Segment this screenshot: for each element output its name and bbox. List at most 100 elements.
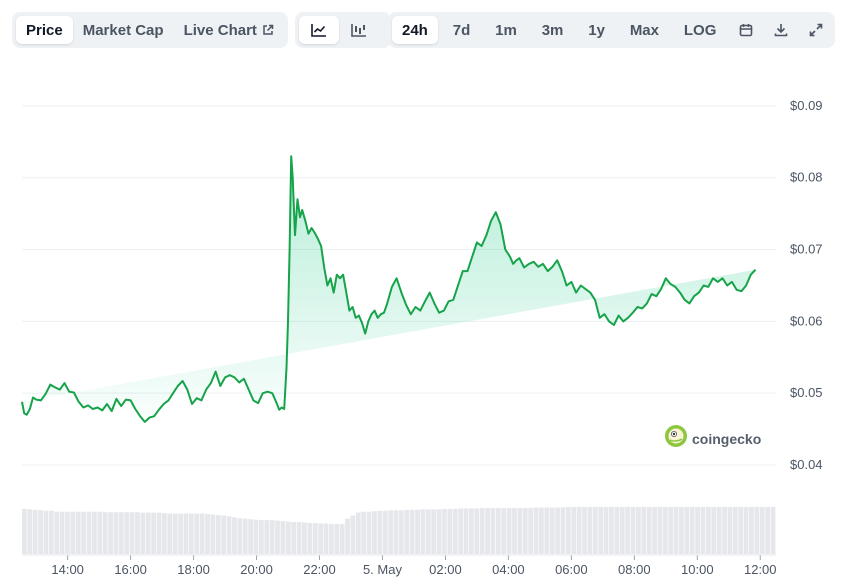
volume-bar xyxy=(598,507,604,554)
volume-bar xyxy=(522,507,528,554)
volume-bar xyxy=(420,509,426,554)
volume-bar xyxy=(345,518,350,554)
volume-bar xyxy=(630,507,636,554)
volume-bar xyxy=(716,507,722,554)
volume-bar xyxy=(463,508,469,554)
volume-bar xyxy=(108,512,113,554)
volume-bar xyxy=(582,507,587,554)
volume-bar xyxy=(86,511,92,554)
volume-bar xyxy=(549,507,555,554)
x-tick-label: 04:00 xyxy=(492,562,525,577)
volume-bar xyxy=(334,523,340,554)
volume-bar xyxy=(646,507,652,554)
volume-bar xyxy=(495,507,501,554)
volume-bar xyxy=(355,512,361,554)
volume-bar xyxy=(399,510,404,554)
volume-bar xyxy=(291,522,297,554)
volume-bar xyxy=(619,507,625,554)
volume-bar xyxy=(102,512,108,554)
volume-bar xyxy=(770,507,776,554)
x-tick-label: 08:00 xyxy=(618,562,651,577)
volume-bar xyxy=(490,507,496,554)
x-tick-label: 16:00 xyxy=(114,562,147,577)
volume-bar xyxy=(38,510,43,554)
x-tick-label: 12:00 xyxy=(744,562,777,577)
volume-bar xyxy=(312,522,318,554)
volume-bar xyxy=(151,512,157,554)
volume-bar xyxy=(285,521,291,554)
volume-bar xyxy=(302,522,307,554)
volume-bar xyxy=(22,508,27,554)
volume-bar xyxy=(668,507,674,554)
volume-bar xyxy=(743,507,749,554)
volume-bar xyxy=(237,518,243,554)
volume-bar xyxy=(539,507,544,554)
volume-bar xyxy=(323,523,329,554)
volume-bar xyxy=(754,507,760,554)
volume-bar xyxy=(113,512,119,554)
volume-bar xyxy=(97,511,103,554)
volume-bar xyxy=(501,507,507,554)
x-tick-label: 20:00 xyxy=(240,562,273,577)
volume-bar xyxy=(162,513,167,554)
y-tick-label: $0.05 xyxy=(790,385,823,400)
volume-bar xyxy=(415,509,420,554)
volume-bar xyxy=(140,512,146,554)
volume-bar xyxy=(512,507,517,554)
volume-bar xyxy=(469,508,474,554)
price-chart[interactable]: $0.09 $0.08 $0.07 $0.06 $0.05 $0.04 14:00 16:00… xyxy=(0,0,856,587)
volume-bar xyxy=(59,511,65,554)
volume-bar xyxy=(404,509,410,554)
volume-bar xyxy=(738,507,744,554)
volume-bar xyxy=(727,507,733,554)
volume-bar xyxy=(361,511,367,554)
watermark-text: coingecko xyxy=(692,430,762,447)
volume-bar xyxy=(296,522,302,554)
y-tick-label: $0.08 xyxy=(790,170,823,185)
volume-bar xyxy=(479,507,485,554)
volume-bar xyxy=(269,520,275,554)
volume-bar xyxy=(485,507,490,554)
volume-bar xyxy=(215,514,221,554)
volume-bar xyxy=(129,512,135,554)
volume-bar xyxy=(65,511,70,554)
volume-bar xyxy=(442,508,447,554)
volume-bar xyxy=(679,507,684,554)
volume-bar xyxy=(544,507,550,554)
volume-bar xyxy=(447,508,453,554)
volume-bar xyxy=(339,523,345,554)
volume-bar xyxy=(388,510,394,554)
volume-bar xyxy=(92,511,97,554)
volume-bar xyxy=(555,507,560,554)
y-tick-label: $0.06 xyxy=(790,313,823,328)
volume-bar xyxy=(425,509,431,554)
volume-bar xyxy=(205,514,210,554)
x-tick-label: 18:00 xyxy=(177,562,210,577)
volume-bar xyxy=(587,507,593,554)
volume-bar xyxy=(393,510,399,554)
volume-bar xyxy=(458,508,464,554)
volume-bar xyxy=(436,509,442,554)
volume-bar xyxy=(118,512,124,554)
volume-bar xyxy=(517,507,523,554)
volume-bar xyxy=(32,509,38,554)
volume-bar xyxy=(749,507,754,554)
volume-bar xyxy=(711,507,717,554)
x-tick-label: 02:00 xyxy=(429,562,462,577)
volume-bar xyxy=(350,515,356,554)
volume-bar xyxy=(603,507,609,554)
coingecko-watermark: coingecko xyxy=(664,424,761,453)
volume-bar xyxy=(54,511,60,554)
volume-bar xyxy=(135,512,140,554)
volume-bar xyxy=(571,507,577,554)
x-tick-label: 10:00 xyxy=(681,562,714,577)
volume-bar xyxy=(576,507,582,554)
volume-bar xyxy=(689,507,695,554)
volume-bar xyxy=(156,512,162,554)
volume-bar xyxy=(70,511,76,554)
volume-bar xyxy=(264,520,270,554)
volume-bar xyxy=(221,515,227,554)
volume-bar xyxy=(452,508,458,554)
volume-bar xyxy=(506,507,512,554)
volume-bar xyxy=(75,511,81,554)
